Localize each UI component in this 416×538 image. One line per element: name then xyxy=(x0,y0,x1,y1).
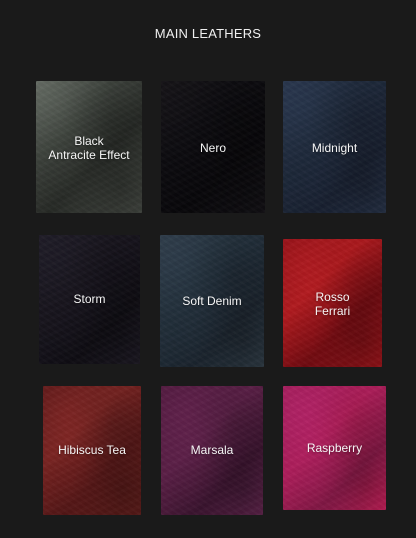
swatch-rosso-ferrari: Rosso Ferrari xyxy=(283,239,382,367)
swatch-label: Marsala xyxy=(190,443,234,457)
swatch-raspberry: Raspberry xyxy=(283,386,386,510)
swatch-label: Soft Denim xyxy=(182,294,242,308)
swatch-black-antracite-effect: Black Antracite Effect xyxy=(36,81,142,213)
leather-swatch-page: MAIN LEATHERS Black Antracite Effect Ner… xyxy=(0,0,416,538)
swatch-marsala: Marsala xyxy=(161,386,263,515)
page-title: MAIN LEATHERS xyxy=(154,26,262,41)
swatch-soft-denim: Soft Denim xyxy=(160,235,264,367)
swatch-midnight: Midnight xyxy=(283,81,386,213)
swatch-nero: Nero xyxy=(161,81,265,213)
swatch-label: Storm xyxy=(73,292,106,306)
swatch-label: Raspberry xyxy=(306,441,363,455)
swatch-hibiscus-tea: Hibiscus Tea xyxy=(43,386,141,515)
swatch-label: Hibiscus Tea xyxy=(58,443,126,457)
swatch-label: Midnight xyxy=(311,141,358,155)
swatch-storm: Storm xyxy=(39,235,140,364)
swatch-label: Black Antracite Effect xyxy=(48,134,130,163)
swatch-label: Rosso Ferrari xyxy=(314,290,351,319)
swatch-label: Nero xyxy=(199,141,226,155)
